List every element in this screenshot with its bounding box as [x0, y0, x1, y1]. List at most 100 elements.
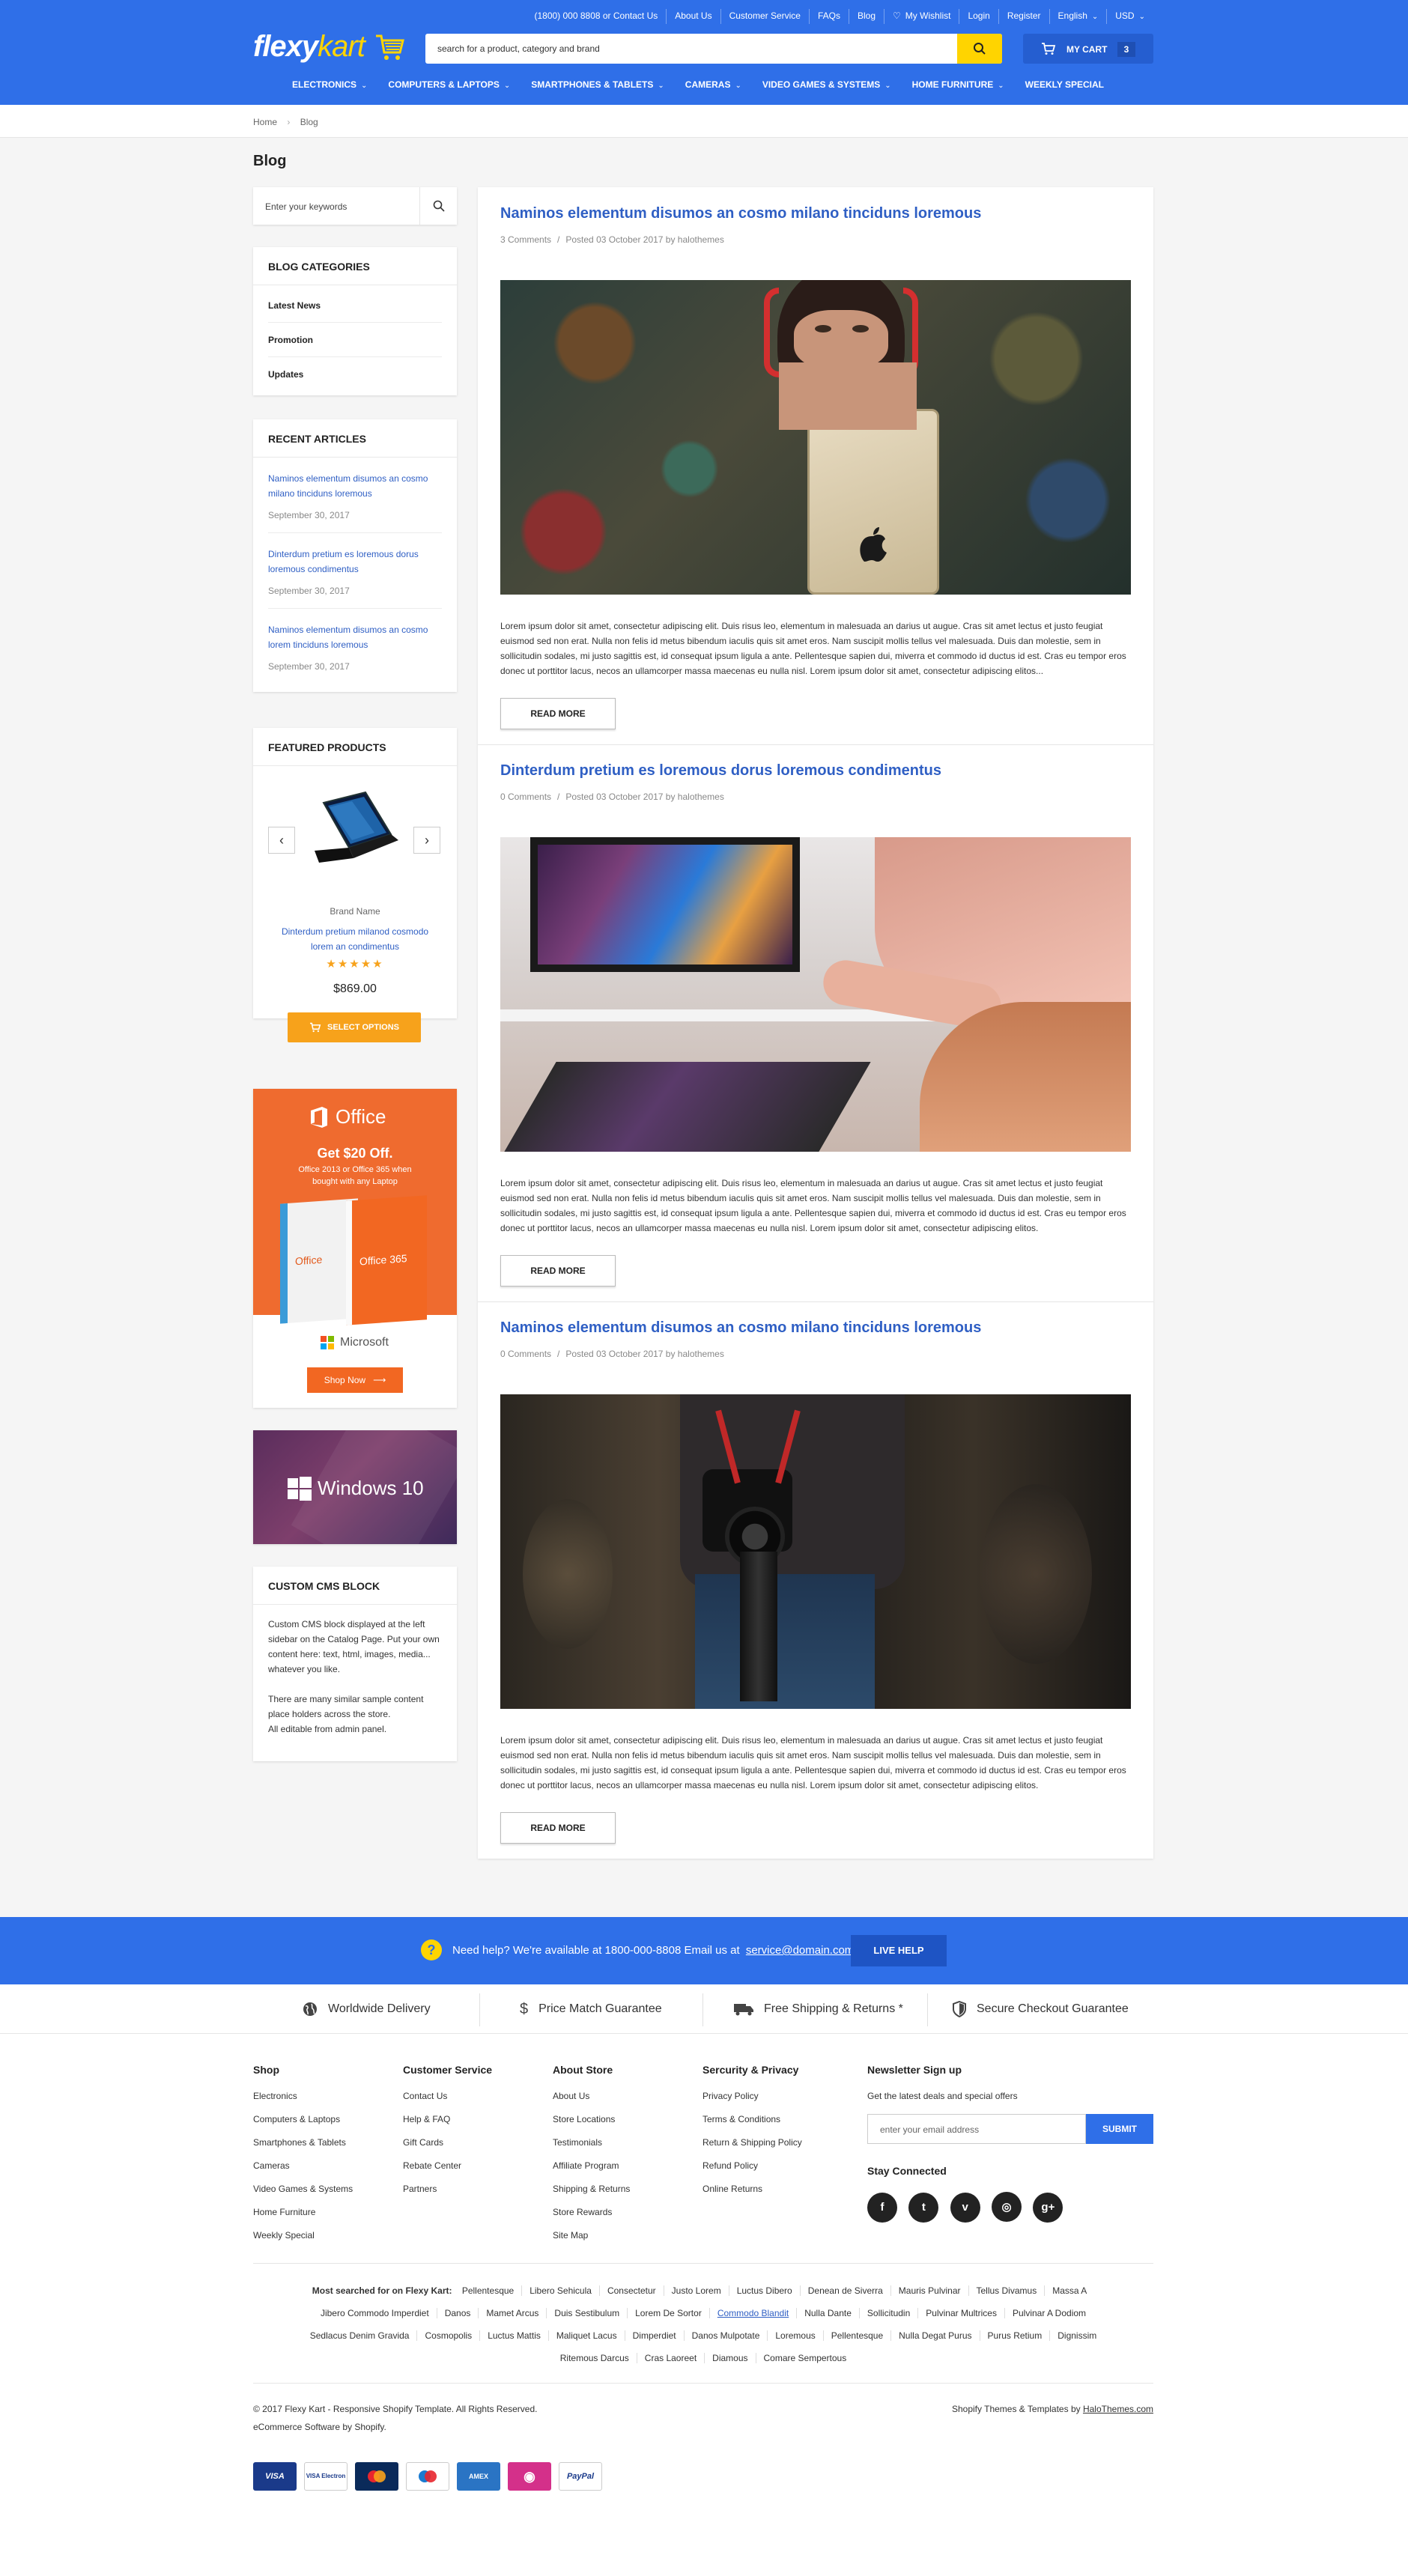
- post-image-tablet-desk[interactable]: [500, 837, 1131, 1152]
- footer-link[interactable]: Site Map: [553, 2230, 630, 2241]
- footer-link[interactable]: Store Rewards: [553, 2207, 630, 2217]
- footer-link[interactable]: Cameras: [253, 2160, 353, 2171]
- carousel-next-button[interactable]: ›: [413, 827, 440, 854]
- tag-link[interactable]: Nulla Dante: [796, 2308, 859, 2318]
- halothemes-link[interactable]: HaloThemes.com: [1083, 2404, 1153, 2414]
- nav-cameras[interactable]: CAMERAS ⌄: [685, 79, 741, 90]
- footer-link[interactable]: Rebate Center: [403, 2160, 492, 2171]
- tag-link[interactable]: Cosmopolis: [416, 2330, 480, 2341]
- tag-link[interactable]: Nulla Degat Purus: [890, 2330, 980, 2341]
- footer-link[interactable]: Store Locations: [553, 2114, 630, 2124]
- tag-link[interactable]: Pellentesque: [455, 2285, 521, 2296]
- read-more-button[interactable]: READ MORE: [500, 1812, 616, 1844]
- cart-button[interactable]: MY CART 3: [1023, 34, 1153, 64]
- site-logo[interactable]: flexykart: [253, 30, 365, 64]
- tag-link[interactable]: Danos Mulpotate: [683, 2330, 768, 2341]
- tag-link[interactable]: Loremous: [767, 2330, 823, 2341]
- sidebar-search-button[interactable]: [419, 187, 457, 225]
- instagram-icon[interactable]: ◎: [992, 2192, 1022, 2222]
- footer-link[interactable]: Computers & Laptops: [253, 2114, 353, 2124]
- nav-smartphones-tablets[interactable]: SMARTPHONES & TABLETS ⌄: [531, 79, 664, 90]
- login-link[interactable]: Login: [959, 9, 998, 24]
- footer-link[interactable]: Online Returns: [703, 2184, 802, 2194]
- post-title-link[interactable]: Naminos elementum disumos an cosmo milan…: [500, 205, 1131, 222]
- footer-link[interactable]: Terms & Conditions: [703, 2114, 802, 2124]
- footer-link[interactable]: Refund Policy: [703, 2160, 802, 2171]
- tag-link[interactable]: Ritemous Darcus: [553, 2353, 637, 2363]
- facebook-icon[interactable]: f: [867, 2192, 897, 2223]
- tag-link[interactable]: Cras Laoreet: [636, 2353, 705, 2363]
- office-promo-banner[interactable]: Office Get $20 Off. Office 2013 or Offic…: [253, 1089, 457, 1408]
- footer-link[interactable]: About Us: [553, 2091, 630, 2101]
- live-help-button[interactable]: LIVE HELP: [851, 1935, 947, 1966]
- post-comments-link[interactable]: 0 Comments: [500, 792, 551, 802]
- nav-video-games[interactable]: VIDEO GAMES & SYSTEMS ⌄: [762, 79, 891, 90]
- read-more-button[interactable]: READ MORE: [500, 698, 616, 729]
- footer-link[interactable]: Help & FAQ: [403, 2114, 492, 2124]
- language-select[interactable]: English ⌄: [1049, 9, 1107, 24]
- tag-link[interactable]: Purus Retium: [979, 2330, 1050, 2341]
- wishlist-link[interactable]: ♡ My Wishlist: [884, 9, 959, 24]
- footer-link[interactable]: Electronics: [253, 2091, 353, 2101]
- newsletter-submit-button[interactable]: SUBMIT: [1086, 2114, 1153, 2144]
- recent-article-link[interactable]: Dinterdum pretium es loremous dorus lore…: [268, 547, 442, 577]
- tag-link[interactable]: Dimperdiet: [624, 2330, 684, 2341]
- post-image-camera[interactable]: [500, 1394, 1131, 1709]
- tag-link[interactable]: Tellus Divamus: [968, 2285, 1045, 2296]
- post-image-woman-tablet[interactable]: [500, 280, 1131, 595]
- tag-link[interactable]: Danos: [436, 2308, 479, 2318]
- nav-weekly-special[interactable]: WEEKLY SPECIAL: [1025, 79, 1104, 90]
- nav-electronics[interactable]: ELECTRONICS ⌄: [292, 79, 367, 90]
- footer-link[interactable]: Home Furniture: [253, 2207, 353, 2217]
- currency-select[interactable]: USD ⌄: [1106, 9, 1153, 24]
- tag-link[interactable]: Duis Sestibulum: [546, 2308, 628, 2318]
- nav-home-furniture[interactable]: HOME FURNITURE ⌄: [912, 79, 1004, 90]
- newsletter-email-input[interactable]: enter your email address: [867, 2114, 1086, 2144]
- recent-article-link[interactable]: Naminos elementum disumos an cosmo milan…: [268, 471, 442, 501]
- google-plus-icon[interactable]: g+: [1033, 2192, 1063, 2223]
- footer-link[interactable]: Contact Us: [403, 2091, 492, 2101]
- footer-link[interactable]: Testimonials: [553, 2137, 630, 2148]
- footer-link[interactable]: Weekly Special: [253, 2230, 353, 2241]
- footer-link[interactable]: Affiliate Program: [553, 2160, 630, 2171]
- tag-link[interactable]: Mamet Arcus: [478, 2308, 547, 2318]
- recent-article-link[interactable]: Naminos elementum disumos an cosmo lorem…: [268, 622, 442, 652]
- select-options-button[interactable]: SELECT OPTIONS: [288, 1012, 421, 1042]
- about-us-link[interactable]: About Us: [666, 9, 720, 24]
- help-email-link[interactable]: service@domain.com: [746, 1944, 854, 1957]
- tag-link[interactable]: Diamous: [704, 2353, 756, 2363]
- tag-link[interactable]: Massa A: [1044, 2285, 1095, 2296]
- windows-promo-banner[interactable]: Windows 10: [253, 1430, 457, 1544]
- footer-link[interactable]: Gift Cards: [403, 2137, 492, 2148]
- tag-link[interactable]: Dignissim: [1049, 2330, 1105, 2341]
- footer-link[interactable]: Return & Shipping Policy: [703, 2137, 802, 2148]
- footer-link[interactable]: Smartphones & Tablets: [253, 2137, 353, 2148]
- tag-link[interactable]: Luctus Mattis: [479, 2330, 548, 2341]
- register-link[interactable]: Register: [998, 9, 1049, 24]
- tag-link[interactable]: Commodo Blandit: [708, 2308, 797, 2318]
- search-input[interactable]: search for a product, category and brand: [437, 43, 600, 54]
- tag-link[interactable]: Justo Lorem: [663, 2285, 729, 2296]
- tag-link[interactable]: Comare Sempertous: [755, 2353, 855, 2363]
- tag-link[interactable]: Maliquet Lacus: [547, 2330, 625, 2341]
- category-promotion[interactable]: Promotion: [268, 323, 442, 357]
- search-button[interactable]: [957, 34, 1002, 64]
- footer-link[interactable]: Privacy Policy: [703, 2091, 802, 2101]
- footer-link[interactable]: Partners: [403, 2184, 492, 2194]
- customer-service-link[interactable]: Customer Service: [720, 9, 809, 24]
- post-title-link[interactable]: Naminos elementum disumos an cosmo milan…: [500, 1319, 1131, 1337]
- footer-link[interactable]: Video Games & Systems: [253, 2184, 353, 2194]
- product-name-link[interactable]: Dinterdum pretium milanod cosmodo lorem …: [276, 924, 434, 954]
- twitter-icon[interactable]: t: [908, 2192, 939, 2223]
- tag-link[interactable]: Pellentesque: [822, 2330, 891, 2341]
- tag-link[interactable]: Sedlacus Denim Gravida: [303, 2330, 417, 2341]
- nav-computers-laptops[interactable]: COMPUTERS & LAPTOPS ⌄: [388, 79, 510, 90]
- tag-link[interactable]: Mauris Pulvinar: [890, 2285, 968, 2296]
- faqs-link[interactable]: FAQs: [808, 9, 849, 24]
- tag-link[interactable]: Luctus Dibero: [728, 2285, 800, 2296]
- sidebar-search-input[interactable]: Enter your keywords: [265, 201, 347, 212]
- footer-link[interactable]: Shipping & Returns: [553, 2184, 630, 2194]
- post-title-link[interactable]: Dinterdum pretium es loremous dorus lore…: [500, 762, 1131, 780]
- office-shop-now-button[interactable]: Shop Now ⟶: [307, 1367, 403, 1393]
- category-updates[interactable]: Updates: [268, 357, 442, 391]
